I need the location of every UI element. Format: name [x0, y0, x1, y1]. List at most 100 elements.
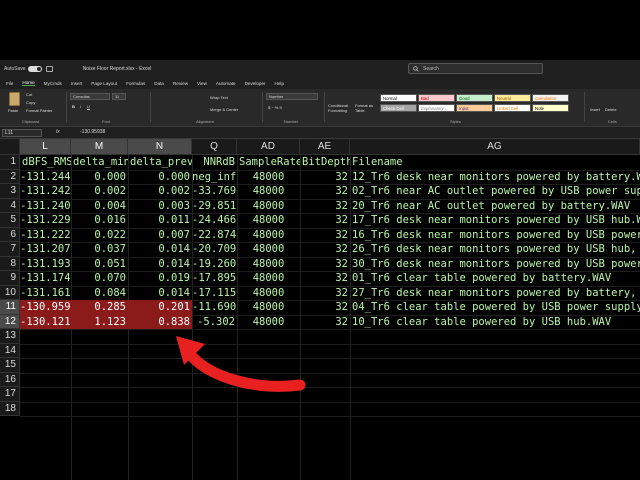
copy-button[interactable]: Copy: [26, 100, 35, 105]
cell-m-10[interactable]: 0.084: [71, 286, 128, 301]
cell-q-6[interactable]: -22.874: [192, 228, 237, 243]
cell-l-3[interactable]: -131.242: [20, 184, 71, 199]
select-all-corner[interactable]: [0, 139, 20, 155]
menu-tab-developer[interactable]: Developer: [245, 81, 266, 86]
cell-q-12[interactable]: -5.302: [192, 315, 237, 330]
menu-tab-mycmds[interactable]: MyCmds: [44, 81, 62, 86]
fx-icon[interactable]: fx: [56, 129, 60, 135]
row-header-7[interactable]: 7: [0, 242, 20, 257]
cell-l-5[interactable]: -131.229: [20, 213, 71, 228]
spreadsheet-grid[interactable]: L M N Q AD AE AG 1 2 3 4 5 6 7 8 9 10 11 12 13 14 15 16 17 18 dBF…: [0, 139, 640, 480]
currency-button[interactable]: $ ~ % 9: [268, 105, 282, 110]
menu-tab-formulas[interactable]: Formulas: [126, 81, 145, 86]
cell-ae-4[interactable]: 32: [300, 199, 350, 214]
cell-q-1[interactable]: NNRdB: [192, 155, 237, 170]
cell-ad-3[interactable]: 48000: [237, 184, 300, 199]
row-header-15[interactable]: 15: [0, 358, 20, 373]
wrap-text-button[interactable]: Wrap Text: [210, 95, 228, 100]
cell-q-10[interactable]: -17.115: [192, 286, 237, 301]
cell-l-4[interactable]: -131.240: [20, 199, 71, 214]
cell-l-2[interactable]: -131.244: [20, 170, 71, 185]
cell-n-12[interactable]: 0.838: [128, 314, 192, 329]
cell-q-4[interactable]: -29.851: [192, 199, 237, 214]
menu-tab-page-layout[interactable]: Page Layout: [91, 81, 117, 86]
search-input[interactable]: Search: [408, 63, 543, 74]
cell-ag-10[interactable]: 27_Tr6 desk near monitors powered by bat…: [350, 286, 640, 301]
menu-tab-home[interactable]: Home: [22, 80, 35, 86]
row-header-10[interactable]: 10: [0, 285, 20, 300]
row-header-14[interactable]: 14: [0, 343, 20, 358]
menu-tab-view[interactable]: View: [197, 81, 207, 86]
merge-center-button[interactable]: Merge & Center: [210, 107, 238, 112]
column-header-n[interactable]: N: [128, 139, 192, 155]
style-neutral[interactable]: Neutral: [494, 94, 531, 102]
cell-ad-12[interactable]: 48000: [237, 315, 300, 330]
cell-ag-9[interactable]: 01_Tr6 clear table powered by battery.WA…: [350, 271, 640, 286]
delete-cells-button[interactable]: Delete: [605, 107, 617, 112]
cell-ad-1[interactable]: SampleRate: [237, 155, 300, 170]
column-header-ad[interactable]: AD: [237, 139, 300, 155]
cell-q-5[interactable]: -24.466: [192, 213, 237, 228]
cell-ag-8[interactable]: 30_Tr6 desk near monitors powered by USB…: [350, 257, 640, 272]
row-header-12[interactable]: 12: [0, 314, 20, 329]
save-icon[interactable]: [45, 65, 53, 72]
column-header-ag[interactable]: AG: [350, 139, 640, 155]
cell-ag-7[interactable]: 26_Tr6 desk near monitors powered by USB…: [350, 242, 640, 257]
style-normal[interactable]: Normal: [380, 94, 417, 102]
style-note[interactable]: Note: [532, 104, 569, 112]
cell-n-11[interactable]: 0.201: [128, 300, 192, 315]
cell-q-7[interactable]: -20.709: [192, 242, 237, 257]
cell-m-7[interactable]: 0.037: [71, 242, 128, 257]
column-header-l[interactable]: L: [20, 139, 71, 155]
style-explanatory[interactable]: Explanatory ...: [418, 104, 455, 112]
italic-button[interactable]: I: [80, 104, 81, 109]
cell-m-1[interactable]: delta_min: [71, 155, 128, 170]
cell-n-4[interactable]: 0.003: [128, 199, 192, 214]
style-linked-cell[interactable]: Linked Cell: [494, 104, 531, 112]
cell-ag-5[interactable]: 17_Tr6 desk near monitors powered by USB…: [350, 213, 640, 228]
cell-m-4[interactable]: 0.004: [71, 199, 128, 214]
cell-n-8[interactable]: 0.014: [128, 257, 192, 272]
cell-ag-12[interactable]: 10_Tr6 clear table powered by USB hub.WA…: [350, 315, 640, 330]
row-header-5[interactable]: 5: [0, 213, 20, 228]
cell-q-11[interactable]: -11.690: [192, 300, 237, 315]
menu-tab-review[interactable]: Review: [173, 81, 188, 86]
cell-n-5[interactable]: 0.011: [128, 213, 192, 228]
cell-ag-11[interactable]: 04_Tr6 clear table powered by USB power …: [350, 300, 640, 315]
menu-tab-automate[interactable]: Automate: [216, 81, 236, 86]
cell-ag-3[interactable]: 02_Tr6 near AC outlet powered by USB pow…: [350, 184, 640, 199]
row-header-17[interactable]: 17: [0, 387, 20, 402]
underline-button[interactable]: U: [87, 104, 90, 109]
row-header-11[interactable]: 11: [0, 300, 20, 315]
cell-ag-6[interactable]: 16_Tr6 desk near monitors powered by USB…: [350, 228, 640, 243]
cell-l-1[interactable]: dBFS_RMS: [20, 155, 71, 170]
row-header-18[interactable]: 18: [0, 401, 20, 416]
cell-ag-2[interactable]: 12_Tr6 desk near monitors powered by bat…: [350, 170, 640, 185]
cell-ad-6[interactable]: 48000: [237, 228, 300, 243]
row-header-1[interactable]: 1: [0, 155, 20, 170]
style-bad[interactable]: Bad: [418, 94, 455, 102]
cell-l-7[interactable]: -131.207: [20, 242, 71, 257]
cell-ag-1[interactable]: Filename: [350, 155, 640, 170]
cell-m-8[interactable]: 0.051: [71, 257, 128, 272]
style-check-cell[interactable]: Check Cell: [380, 104, 417, 112]
cell-n-3[interactable]: 0.002: [128, 184, 192, 199]
cell-ae-3[interactable]: 32: [300, 184, 350, 199]
format-as-table-button[interactable]: Format as Table: [355, 103, 377, 113]
menu-tab-data[interactable]: Data: [154, 81, 164, 86]
cell-ae-8[interactable]: 32: [300, 257, 350, 272]
row-header-16[interactable]: 16: [0, 372, 20, 387]
bold-button[interactable]: B: [72, 104, 75, 109]
cell-ad-8[interactable]: 48000: [237, 257, 300, 272]
cell-n-9[interactable]: 0.019: [128, 271, 192, 286]
insert-cells-button[interactable]: Insert: [590, 107, 600, 112]
conditional-formatting-button[interactable]: Conditional Formatting: [328, 103, 354, 113]
name-box[interactable]: L11: [2, 129, 42, 137]
column-header-ae[interactable]: AE: [300, 139, 350, 155]
row-header-8[interactable]: 8: [0, 256, 20, 271]
cell-m-3[interactable]: 0.002: [71, 184, 128, 199]
style-input[interactable]: Input: [456, 104, 493, 112]
cell-ae-2[interactable]: 32: [300, 170, 350, 185]
row-header-2[interactable]: 2: [0, 169, 20, 184]
autosave-control[interactable]: AutoSave: [4, 65, 42, 72]
